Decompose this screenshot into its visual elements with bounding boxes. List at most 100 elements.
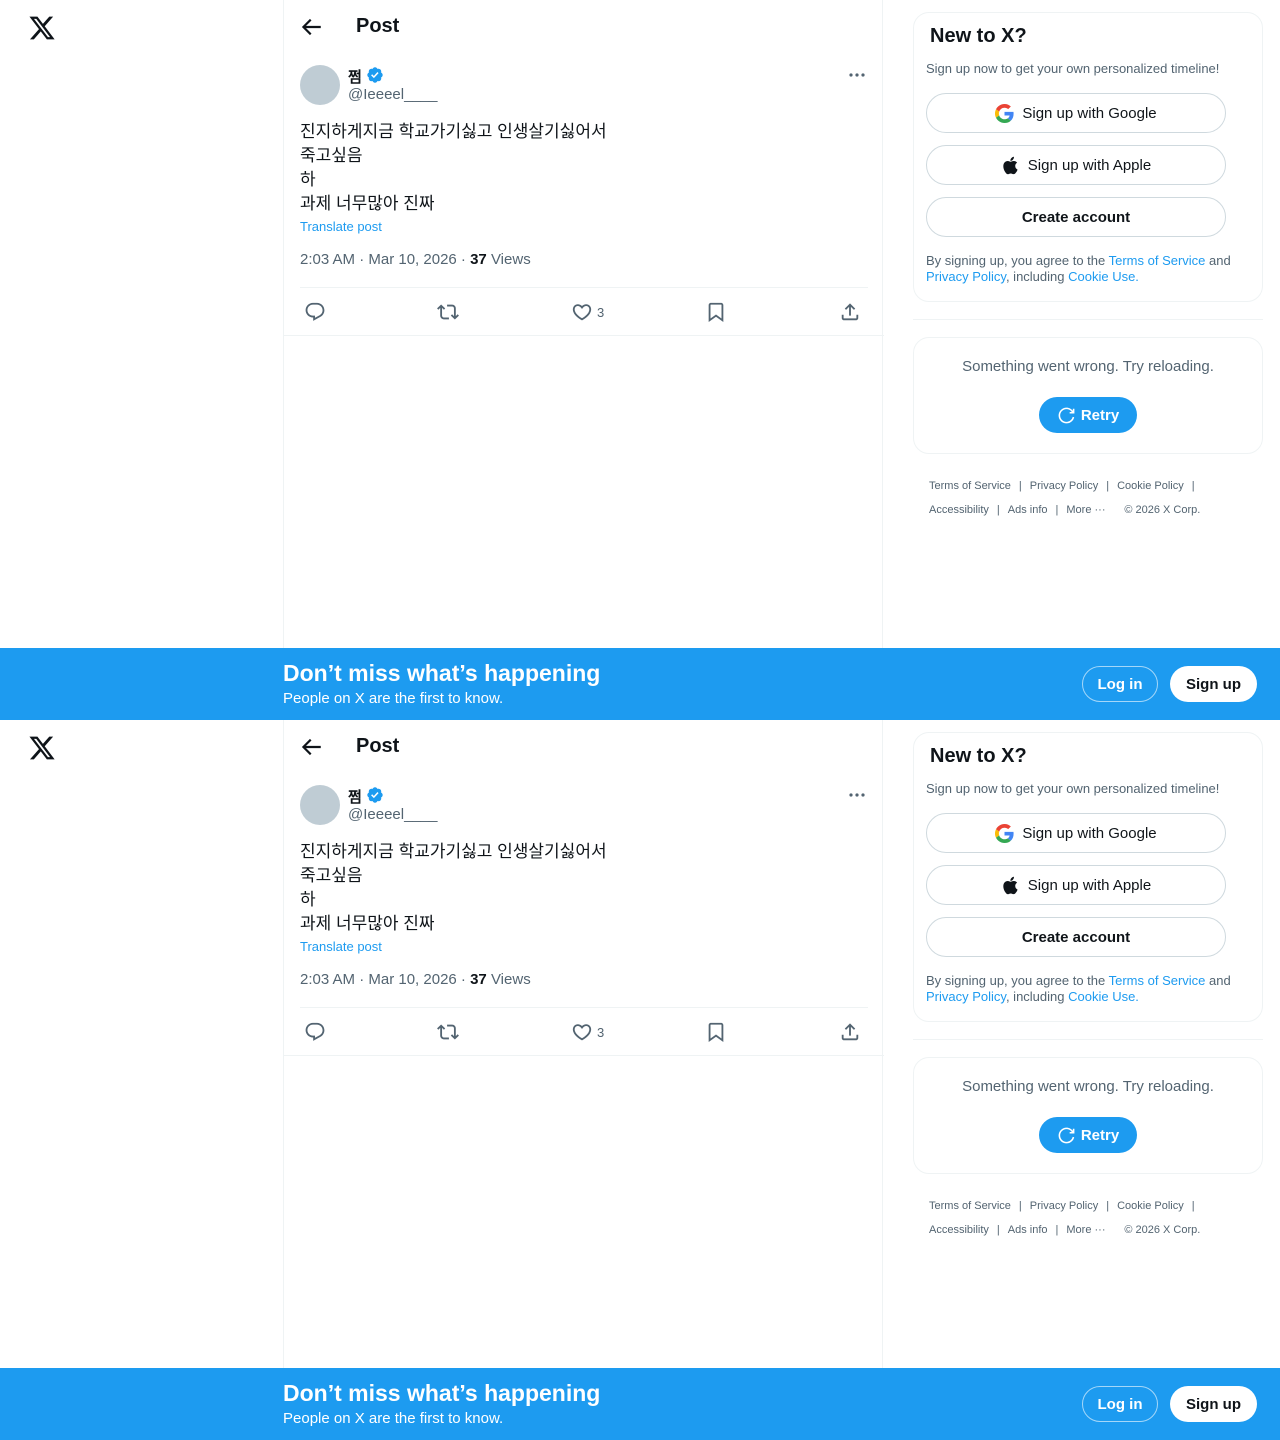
- google-icon: [995, 823, 1014, 843]
- terms-of-service-link[interactable]: Terms of Service: [1109, 973, 1206, 988]
- footer-privacy-link[interactable]: Privacy Policy: [1030, 480, 1098, 492]
- signup-title: New to X?: [930, 25, 1027, 47]
- repost-button[interactable]: [437, 1020, 459, 1044]
- bookmark-button[interactable]: [705, 300, 727, 324]
- signup-button[interactable]: Sign up: [1170, 666, 1257, 702]
- like-icon: [572, 1024, 592, 1041]
- privacy-policy-link[interactable]: Privacy Policy: [926, 989, 1006, 1004]
- footer-privacy-link[interactable]: Privacy Policy: [1030, 1200, 1098, 1212]
- footer-separator: |: [1106, 1200, 1110, 1212]
- translate-post-link[interactable]: Translate post: [300, 219, 382, 234]
- signup-google-button[interactable]: Sign up with Google: [926, 93, 1226, 133]
- reply-button[interactable]: [304, 300, 326, 324]
- terms-prefix: By signing up, you agree to the: [926, 973, 1109, 988]
- footer-links: Terms of Service | Privacy Policy | Cookie…: [929, 1194, 1249, 1242]
- footer-separator: |: [996, 1224, 1000, 1236]
- create-account-button[interactable]: Create account: [926, 917, 1226, 957]
- post-header: Post: [284, 720, 882, 773]
- like-button[interactable]: 3: [571, 1020, 604, 1044]
- footer-copyright: © 2026 X Corp.: [1124, 504, 1201, 516]
- post-time[interactable]: 2:03 AM · Mar 10, 2026 ·: [300, 251, 470, 268]
- footer-separator: |: [1018, 480, 1022, 492]
- signup-apple-button[interactable]: Sign up with Apple: [926, 145, 1226, 185]
- post-actions: 3: [284, 288, 884, 335]
- post-time[interactable]: 2:03 AM · Mar 10, 2026 ·: [300, 971, 470, 988]
- footer-more-link[interactable]: More ···: [1066, 1224, 1105, 1236]
- banner-subtitle: People on X are the first to know.: [283, 1410, 504, 1427]
- terms-prefix: By signing up, you agree to the: [926, 253, 1109, 268]
- translate-post-link[interactable]: Translate post: [300, 939, 382, 954]
- bookmark-button[interactable]: [705, 1020, 727, 1044]
- footer-terms-link[interactable]: Terms of Service: [929, 480, 1011, 492]
- footer-more-link[interactable]: More ···: [1066, 504, 1105, 516]
- signup-title: New to X?: [930, 745, 1027, 767]
- divider: [913, 1039, 1263, 1040]
- reply-icon: [305, 302, 325, 321]
- signup-button[interactable]: Sign up: [1170, 1386, 1257, 1422]
- like-count: 3: [597, 1024, 605, 1040]
- footer-separator: |: [1106, 480, 1110, 492]
- repost-button[interactable]: [437, 300, 459, 324]
- footer-ads-link[interactable]: Ads info: [1008, 1224, 1048, 1236]
- avatar[interactable]: [300, 785, 340, 825]
- create-account-button[interactable]: Create account: [926, 197, 1226, 237]
- page-title: Post: [356, 15, 400, 37]
- post-text: 진지하게지금 학교가기싫고 인생살기싫어서 죽고싶음 하 과제 너무많아 진짜: [300, 842, 607, 933]
- footer-accessibility-link[interactable]: Accessibility: [929, 504, 989, 516]
- repost-icon: [437, 1024, 459, 1040]
- footer-copyright: © 2026 X Corp.: [1124, 1224, 1201, 1236]
- main-column: Post 쩜 @Ieeeel____ 진지하게지금 학교가기싫고 인생살기싫어서…: [283, 0, 884, 648]
- retry-button[interactable]: Retry: [1039, 397, 1137, 433]
- post-actions: 3: [284, 1008, 884, 1055]
- display-name[interactable]: 쩜: [348, 66, 362, 87]
- back-arrow-icon[interactable]: [298, 14, 324, 40]
- like-button[interactable]: 3: [571, 300, 604, 324]
- login-button[interactable]: Log in: [1082, 666, 1158, 702]
- x-logo-icon[interactable]: [28, 734, 56, 762]
- terms-including: , including: [1005, 989, 1069, 1004]
- back-arrow-icon[interactable]: [298, 734, 324, 760]
- share-button[interactable]: [839, 300, 861, 324]
- footer-accessibility-link[interactable]: Accessibility: [929, 1224, 989, 1236]
- footer-terms-link[interactable]: Terms of Service: [929, 1200, 1011, 1212]
- reply-button[interactable]: [304, 1020, 326, 1044]
- display-name[interactable]: 쩜: [348, 786, 362, 807]
- apple-icon: [1003, 156, 1018, 174]
- error-message: Something went wrong. Try reloading.: [962, 358, 1214, 375]
- repost-icon: [437, 304, 459, 320]
- privacy-policy-link[interactable]: Privacy Policy: [926, 269, 1006, 284]
- signup-subtitle: Sign up now to get your own personalized…: [926, 61, 1220, 76]
- share-button[interactable]: [839, 1020, 861, 1044]
- more-icon[interactable]: [844, 786, 870, 804]
- views-count: 37: [470, 971, 487, 988]
- terms-of-service-link[interactable]: Terms of Service: [1109, 253, 1206, 268]
- more-icon[interactable]: [844, 66, 870, 84]
- post-header: Post: [284, 0, 882, 53]
- retry-button[interactable]: Retry: [1039, 1117, 1137, 1153]
- banner-title: Don’t miss what’s happening: [283, 1380, 601, 1406]
- user-handle[interactable]: @Ieeeel____: [348, 86, 437, 103]
- footer-cookie-link[interactable]: Cookie Policy: [1117, 480, 1184, 492]
- signup-apple-button[interactable]: Sign up with Apple: [926, 865, 1226, 905]
- footer-ads-link[interactable]: Ads info: [1008, 504, 1048, 516]
- terms-including: , including: [1005, 269, 1069, 284]
- views-label: Views: [486, 251, 531, 268]
- x-logo-icon[interactable]: [28, 14, 56, 42]
- views-count: 37: [470, 251, 487, 268]
- signup-google-button[interactable]: Sign up with Google: [926, 813, 1226, 853]
- cookie-use-link[interactable]: Cookie Use.: [1068, 269, 1139, 284]
- avatar[interactable]: [300, 65, 340, 105]
- footer-links: Terms of Service | Privacy Policy | Cookie…: [929, 474, 1249, 522]
- footer-cookie-link[interactable]: Cookie Policy: [1117, 1200, 1184, 1212]
- signup-google-label: Sign up with Google: [1022, 104, 1157, 122]
- bookmark-icon: [708, 1022, 724, 1043]
- login-button[interactable]: Log in: [1082, 1386, 1158, 1422]
- user-handle[interactable]: @Ieeeel____: [348, 806, 437, 823]
- verified-badge-icon: [367, 787, 383, 803]
- signup-apple-label: Sign up with Apple: [1027, 156, 1152, 174]
- refresh-icon: [1058, 407, 1075, 423]
- footer-separator: |: [1018, 1200, 1022, 1212]
- cookie-use-link[interactable]: Cookie Use.: [1068, 989, 1139, 1004]
- retry-label: Retry: [1080, 406, 1120, 424]
- error-card: Something went wrong. Try reloading. Ret…: [913, 337, 1263, 454]
